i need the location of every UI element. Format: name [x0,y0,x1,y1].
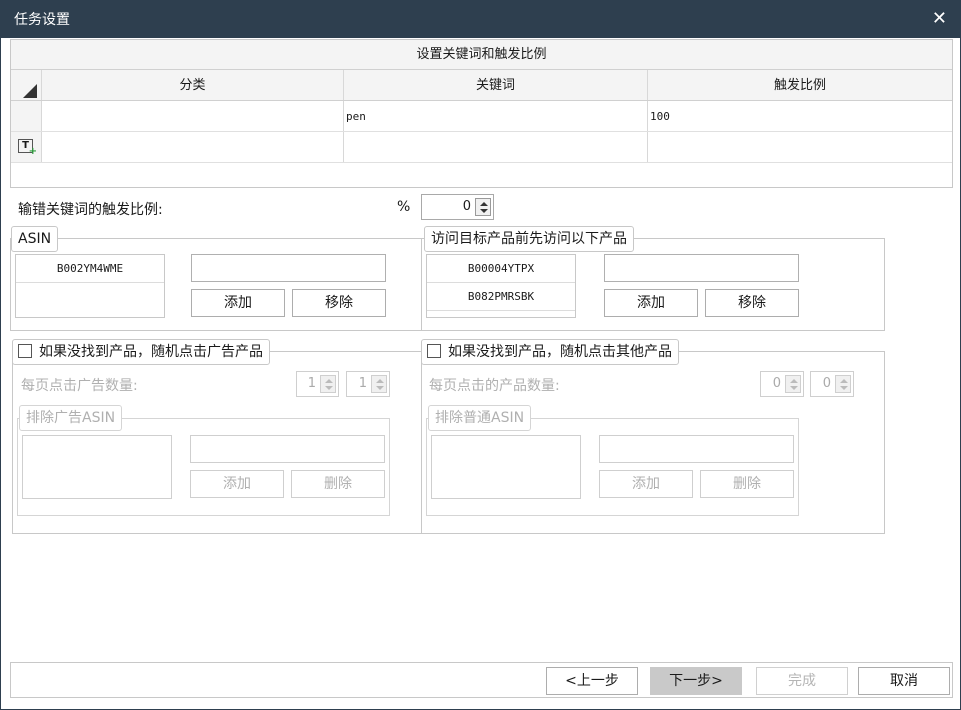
ad-fallback-label: 如果没找到产品，随机点击广告产品 [39,344,263,360]
ad-exclude-delete-button[interactable]: 删除 [291,470,385,498]
keyword-table-header: 分类 关键词 触发比例 [11,70,952,101]
keyword-table: 设置关键词和触发比例 分类 关键词 触发比例 pen 100 T [10,39,953,188]
cancel-button[interactable]: 取消 [858,667,950,695]
cell-keyword[interactable]: pen [344,101,648,131]
prev-step-button[interactable]: <上一步 [546,667,638,695]
next-step-button[interactable]: 下一步> [650,667,742,695]
ad-per-page-max-spinner[interactable]: 1 [346,371,390,397]
ad-fallback-legend[interactable]: 如果没找到产品，随机点击广告产品 [12,339,270,365]
other-per-page-max-spinner[interactable]: 0 [810,371,854,397]
spinner-arrows-icon[interactable] [371,375,387,393]
spinner-arrows-icon[interactable] [785,375,801,393]
spinner-arrows-icon[interactable] [835,375,851,393]
window-title: 任务设置 [14,12,70,28]
other-fallback-legend[interactable]: 如果没找到产品，随机点击其他产品 [421,339,679,365]
cell-category[interactable] [42,101,344,131]
other-fallback-checkbox[interactable] [427,344,441,358]
asin-add-button[interactable]: 添加 [191,289,285,317]
spinner-arrows-icon[interactable] [320,375,336,393]
percent-unit: % [397,199,411,215]
column-header-ratio[interactable]: 触发比例 [648,70,952,100]
list-item[interactable]: B002YM4WME [16,255,164,283]
other-exclude-listbox[interactable] [431,435,581,499]
column-header-category[interactable]: 分类 [42,70,344,100]
new-row-icon: T [18,139,37,158]
corner-triangle-icon [23,84,37,98]
ad-exclude-input[interactable] [190,435,385,463]
spinner-value: 1 [358,376,367,391]
pre-visit-input[interactable] [604,254,799,282]
ad-exclude-add-button[interactable]: 添加 [190,470,284,498]
cell-ratio[interactable]: 100 [648,101,952,131]
mistype-ratio-label: 输错关键词的触发比例: [18,202,163,218]
mistype-ratio-spinner[interactable]: 0 [421,194,494,220]
list-item[interactable]: B082PMRSBK [427,283,575,311]
pre-visit-listbox[interactable]: B00004YTPX B082PMRSBK [426,254,576,318]
pre-visit-remove-button[interactable]: 移除 [705,289,799,317]
cell-ratio[interactable] [648,132,952,162]
asin-remove-button[interactable]: 移除 [292,289,386,317]
spinner-value: 0 [772,376,781,391]
ad-per-page-min-spinner[interactable]: 1 [296,371,339,397]
spinner-value: 0 [462,199,471,214]
asin-input[interactable] [191,254,386,282]
other-fallback-label: 如果没找到产品，随机点击其他产品 [448,344,672,360]
cell-keyword[interactable] [344,132,648,162]
ad-exclude-legend: 排除广告ASIN [19,405,123,431]
other-exclude-legend: 排除普通ASIN [428,405,532,431]
select-all-corner[interactable] [11,70,42,100]
asin-group-legend: ASIN [11,226,59,252]
other-exclude-input[interactable] [599,435,794,463]
table-row[interactable]: pen 100 [11,101,952,132]
spinner-value: 0 [822,376,831,391]
other-exclude-add-button[interactable]: 添加 [599,470,693,498]
column-header-keyword[interactable]: 关键词 [344,70,648,100]
other-per-page-min-spinner[interactable]: 0 [760,371,804,397]
row-header[interactable] [11,101,42,131]
list-item[interactable]: B00004YTPX [427,255,575,283]
row-header[interactable]: T [11,132,42,162]
pre-visit-group-legend: 访问目标产品前先访问以下产品 [424,226,634,252]
ad-fallback-checkbox[interactable] [18,344,32,358]
spinner-arrows-icon[interactable] [475,198,491,216]
finish-button[interactable]: 完成 [756,667,848,695]
other-exclude-delete-button[interactable]: 删除 [700,470,794,498]
spinner-value: 1 [307,376,316,391]
other-per-page-label: 每页点击的产品数量: [429,378,560,394]
pre-visit-add-button[interactable]: 添加 [604,289,698,317]
title-bar: 任务设置 ✕ [0,0,961,38]
ad-per-page-label: 每页点击广告数量: [21,378,138,394]
wizard-footer: <上一步 下一步> 完成 取消 [10,662,953,698]
ad-exclude-listbox[interactable] [22,435,172,499]
cell-category[interactable] [42,132,344,162]
asin-listbox[interactable]: B002YM4WME [15,254,165,318]
keyword-table-caption: 设置关键词和触发比例 [11,40,952,70]
close-icon[interactable]: ✕ [932,8,947,29]
new-table-row[interactable]: T [11,132,952,163]
